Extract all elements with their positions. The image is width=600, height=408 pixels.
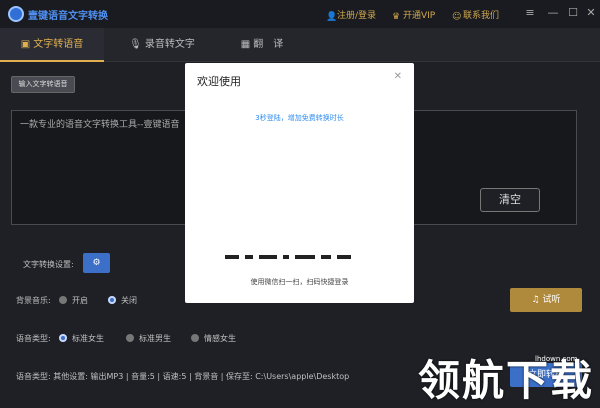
qr-code: [225, 251, 375, 261]
dialog-title: 欢迎使用: [197, 75, 241, 88]
dialog-hint: 3秒登陆，增加免费转换时长: [255, 114, 344, 122]
dialog-close-icon[interactable]: ✕: [394, 71, 402, 82]
dialog-footer: 使用微信扫一扫，扫码快捷登录: [250, 278, 349, 286]
watermark-site: lhdown.com: [535, 355, 578, 363]
welcome-dialog: 欢迎使用 ✕ 3秒登陆，增加免费转换时长 使用微信扫一扫，扫码快捷登录: [185, 63, 414, 303]
